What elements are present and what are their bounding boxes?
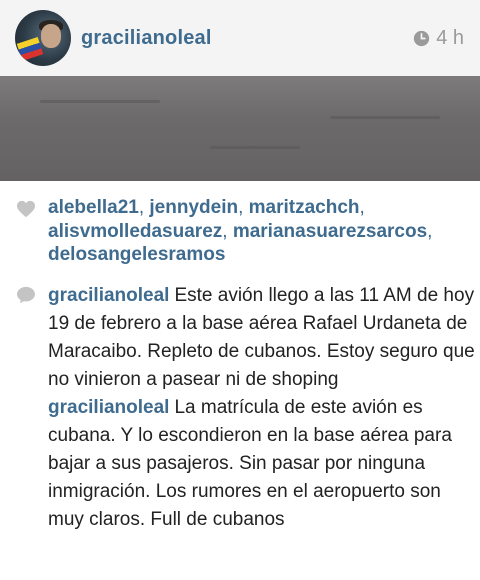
avatar-flag [16, 37, 44, 61]
like-user[interactable]: alisvmolledasuarez [48, 221, 222, 242]
comment-bubble-icon [17, 286, 35, 304]
photo-detail [40, 100, 160, 103]
post-username[interactable]: gracilianoleal [81, 27, 212, 50]
clock-icon [414, 30, 430, 47]
like-user[interactable]: delosangelesramos [48, 244, 225, 265]
photo-detail [330, 116, 440, 119]
post-time: 4 h [413, 27, 464, 50]
post-header: gracilianoleal 4 h [0, 0, 480, 76]
comment-item: gracilianoleal Este avión llego a las 11 … [48, 282, 480, 394]
like-user[interactable]: alebella21 [48, 197, 139, 218]
comment-author[interactable]: gracilianoleal [48, 285, 169, 306]
time-ago: 4 h [436, 27, 464, 49]
comment-item: gracilianoleal La matrícula de este avión… [48, 394, 480, 534]
comments-list: gracilianoleal Este avión llego a las 11 … [48, 282, 480, 534]
like-user[interactable]: marianasuarezsarcos [233, 221, 427, 242]
photo-detail [210, 146, 300, 149]
avatar-face [41, 24, 61, 48]
likes-list: alebella21, jennydein, maritzachch, alis… [48, 197, 433, 265]
comment-author[interactable]: gracilianoleal [48, 397, 169, 418]
post-photo[interactable] [0, 76, 480, 181]
avatar[interactable] [15, 10, 71, 66]
heart-icon [17, 200, 35, 218]
like-user[interactable]: jennydein [149, 197, 238, 218]
like-user[interactable]: maritzachch [249, 197, 360, 218]
